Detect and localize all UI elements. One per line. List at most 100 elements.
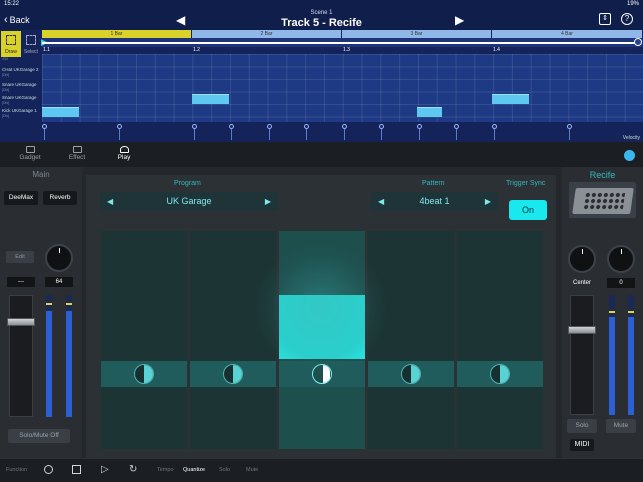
lane-label[interactable]: 433 (0, 56, 42, 62)
fx-slot-reverb[interactable]: Reverb (43, 191, 77, 205)
velocity-handle[interactable] (117, 124, 122, 129)
volume-knob[interactable] (607, 245, 635, 273)
gadget-thumbnail[interactable] (569, 182, 636, 218)
gadget-icon (25, 146, 35, 153)
help-icon[interactable]: ? (621, 13, 633, 25)
velocity-handle[interactable] (342, 124, 347, 129)
velocity-handle[interactable] (492, 124, 497, 129)
velocity-handle[interactable] (192, 124, 197, 129)
loop-end-handle[interactable] (634, 38, 642, 46)
note[interactable] (492, 94, 529, 104)
track-title: Track 5 - Recife (281, 17, 362, 29)
transport-bar: Function ▷ ↻ Tempo Quantize Solo Mute (0, 458, 643, 482)
lane-label[interactable]: Snare UKGarage [Dbl] (0, 82, 42, 93)
tempo-button[interactable]: Tempo (157, 467, 174, 473)
note-grid[interactable] (42, 54, 643, 122)
fx-slot-deemax[interactable]: DeeMax (4, 191, 38, 205)
pattern-pad[interactable] (368, 231, 454, 449)
prev-pattern-icon[interactable]: ◀ (378, 192, 384, 211)
program-selector[interactable]: ◀ UK Garage ▶ (100, 192, 278, 211)
lane-label[interactable]: Snare UKGarage [Dbl] (0, 95, 42, 106)
pan-value: --- (7, 277, 35, 287)
midi-button[interactable]: MIDI (570, 439, 594, 451)
prev-program-icon[interactable]: ◀ (107, 192, 113, 211)
pad-dial[interactable] (134, 364, 154, 384)
trigger-sync-label: Trigger Sync (506, 180, 546, 187)
edit-button[interactable]: Edit (6, 251, 34, 263)
next-pattern-icon[interactable]: ▶ (485, 192, 491, 211)
knob-indicator (59, 248, 60, 253)
velocity-handle[interactable] (267, 124, 272, 129)
gadget-title: Recife (589, 170, 616, 180)
solo-button[interactable]: Solo (219, 467, 230, 473)
quantize-button[interactable]: Quantize (183, 467, 205, 473)
loop-icon[interactable]: ↻ (129, 465, 137, 475)
pattern-pad[interactable] (101, 231, 187, 449)
velocity-handle[interactable] (379, 124, 384, 129)
main-mixer-panel: Main DeeMax Reverb Edit --- 64 Solo/Mute… (0, 167, 82, 458)
prev-track-icon[interactable]: ◀ (176, 13, 185, 27)
velocity-lane[interactable]: Velocity (0, 122, 643, 142)
track-fader[interactable] (568, 295, 596, 415)
pattern-pad[interactable] (457, 231, 543, 449)
mute-button[interactable]: Mute (246, 467, 258, 473)
tab-play[interactable]: Play (104, 146, 144, 161)
fader-handle[interactable] (568, 326, 596, 334)
volume-knob[interactable] (45, 244, 73, 272)
pan-knob[interactable] (568, 245, 596, 273)
beat-label: 1.3 (343, 47, 350, 53)
play-icon[interactable]: ▷ (101, 465, 109, 475)
program-label: Program (174, 180, 201, 187)
next-track-icon[interactable]: ▶ (455, 13, 464, 27)
note-lanes: 433 CHat UKGarage 2 [Dbl] Snare UKGarage[… (0, 54, 643, 122)
bar-4[interactable]: 4 Bar (492, 30, 643, 38)
pad-area (101, 231, 546, 449)
status-bar: 15:22 19% (0, 0, 643, 10)
fader-handle[interactable] (7, 318, 35, 326)
tab-gadget[interactable]: Gadget (10, 146, 50, 161)
marquee-icon (26, 35, 36, 45)
master-fader[interactable] (7, 295, 35, 417)
solo-mute-off-button[interactable]: Solo/Mute Off (8, 429, 70, 443)
velocity-handle[interactable] (229, 124, 234, 129)
knob-indicator (621, 249, 622, 254)
pattern-pad[interactable] (190, 231, 276, 449)
pan-value: Center (572, 280, 591, 286)
gadget-body-icon (572, 188, 634, 214)
stop-icon[interactable] (72, 465, 81, 474)
velocity-handle[interactable] (454, 124, 459, 129)
tab-effect[interactable]: Effect (57, 146, 97, 161)
expand-icon[interactable]: ⇕ (599, 13, 611, 25)
pad-dial[interactable] (223, 364, 243, 384)
note[interactable] (192, 94, 229, 104)
trigger-sync-toggle[interactable]: On (509, 200, 547, 220)
function-button[interactable]: Function (6, 467, 27, 473)
volume-value: 0 (607, 278, 635, 288)
level-meter-left (609, 295, 615, 415)
loop-ruler[interactable]: ▶ (41, 37, 643, 47)
bar-1[interactable]: 1 Bar (42, 30, 192, 38)
mute-button[interactable]: Mute (606, 419, 636, 433)
bar-2[interactable]: 2 Bar (192, 30, 342, 38)
next-program-icon[interactable]: ▶ (265, 192, 271, 211)
bar-3[interactable]: 3 Bar (342, 30, 492, 38)
note[interactable] (417, 107, 442, 117)
note[interactable] (42, 107, 79, 117)
velocity-handle[interactable] (417, 124, 422, 129)
pencil-icon (6, 35, 16, 45)
pattern-selector[interactable]: ◀ 4beat 1 ▶ (371, 192, 498, 211)
beat-label: 1.4 (493, 47, 500, 53)
effect-icon (72, 146, 82, 153)
velocity-label: Velocity (622, 135, 640, 141)
solo-button[interactable]: Solo (567, 419, 597, 433)
pad-dial[interactable] (490, 364, 510, 384)
lane-label[interactable]: Kick UKGarage 1 [Dbl] (0, 108, 42, 119)
main-area: Main DeeMax Reverb Edit --- 64 Solo/Mute… (0, 167, 643, 458)
velocity-handle[interactable] (42, 124, 47, 129)
pad-dial[interactable] (401, 364, 421, 384)
record-indicator-icon[interactable] (624, 150, 635, 161)
velocity-handle[interactable] (304, 124, 309, 129)
lane-label[interactable]: CHat UKGarage 2 [Dbl] (0, 67, 42, 78)
velocity-handle[interactable] (567, 124, 572, 129)
record-icon[interactable] (44, 465, 53, 474)
